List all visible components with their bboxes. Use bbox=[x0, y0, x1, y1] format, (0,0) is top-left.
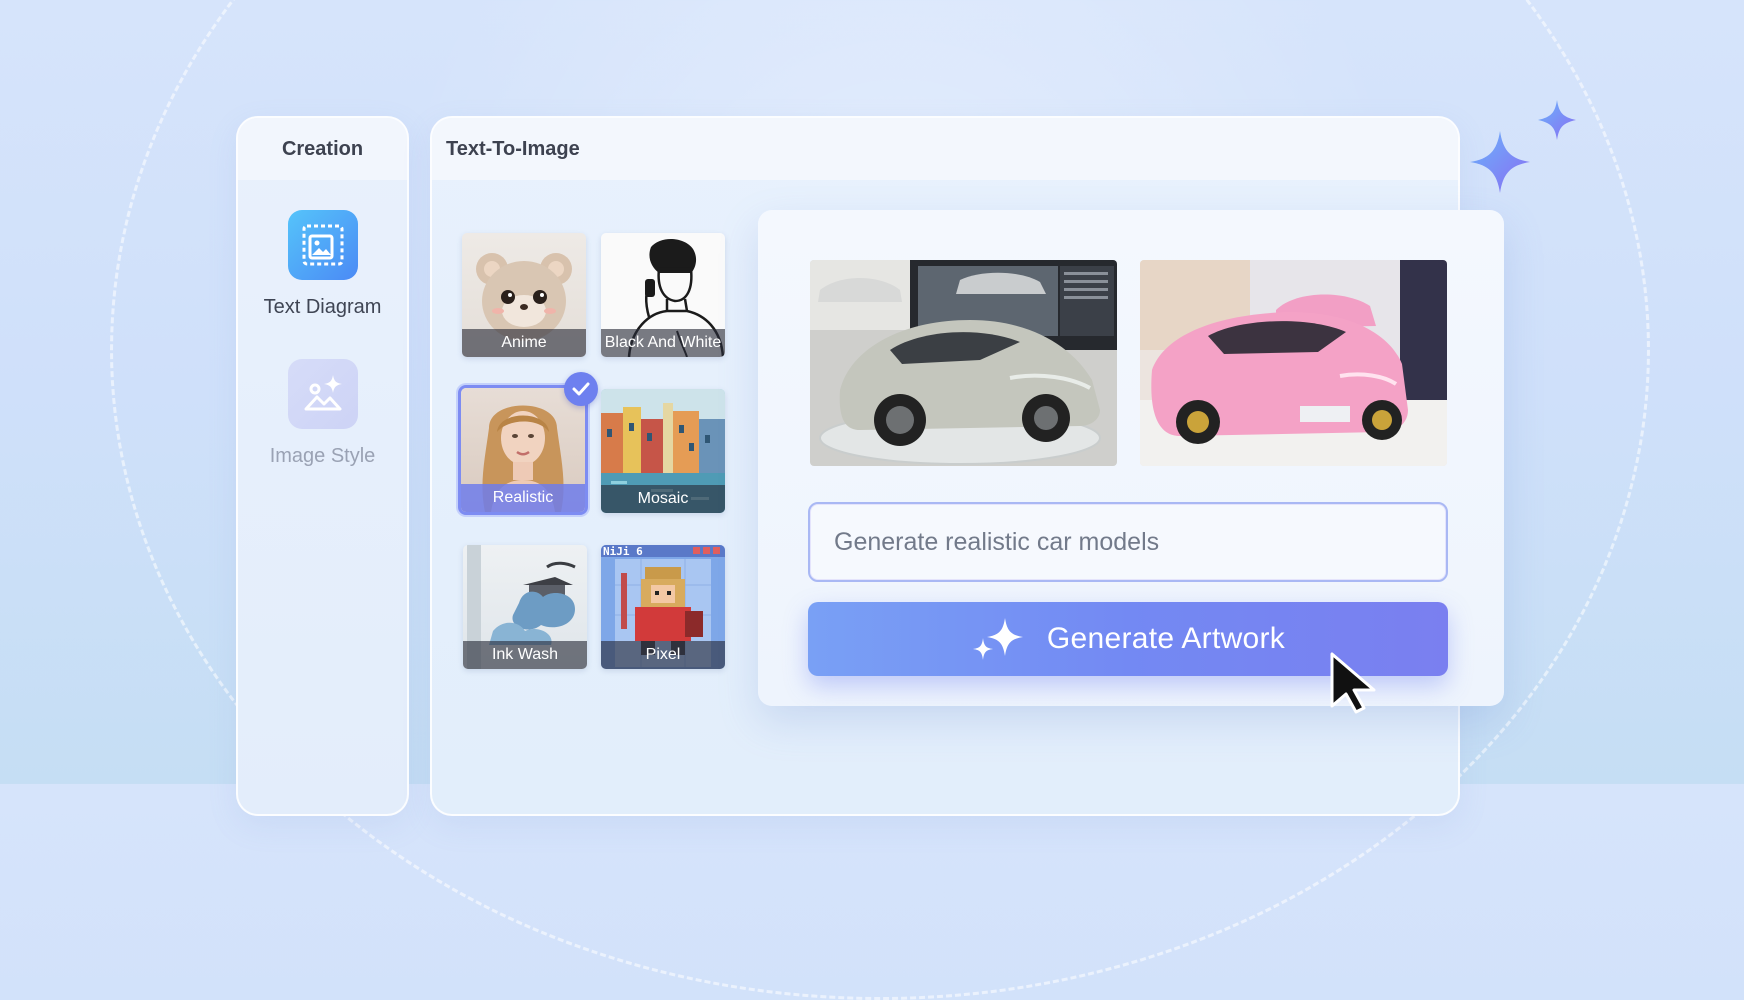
image-frame-icon bbox=[287, 210, 358, 280]
generate-artwork-label: Generate Artwork bbox=[1046, 622, 1286, 655]
pink-car-image[interactable] bbox=[1140, 260, 1447, 466]
sidebar-item-image-style[interactable]: Image Style bbox=[238, 359, 407, 468]
style-card-ink-wash[interactable]: Ink Wash bbox=[463, 545, 587, 669]
sidebar-title: Creation bbox=[238, 118, 407, 180]
sidebar-item-label: Image Style bbox=[269, 445, 376, 467]
style-card-realistic[interactable]: Realistic bbox=[458, 385, 588, 515]
pixel-badge: NiJi 6 bbox=[603, 545, 643, 558]
sidebar-item-text-diagram[interactable]: Text Diagram bbox=[238, 210, 407, 319]
image-sparkle-icon bbox=[287, 359, 358, 429]
style-label: Mosaic bbox=[601, 485, 725, 513]
sparkle-icon bbox=[972, 618, 1023, 660]
generation-panel: Generate realistic car models Generate A… bbox=[758, 210, 1504, 706]
mouse-cursor-icon bbox=[1330, 652, 1376, 714]
style-card-black-and-white[interactable]: Black And White bbox=[601, 233, 725, 357]
style-label: Black And White bbox=[601, 329, 725, 357]
sparkle-decoration-icon bbox=[1470, 100, 1576, 193]
prompt-input[interactable]: Generate realistic car models bbox=[808, 502, 1448, 582]
selected-check-icon bbox=[564, 372, 598, 406]
style-label: Realistic bbox=[461, 484, 585, 512]
style-label: Ink Wash bbox=[463, 641, 587, 669]
creation-sidebar: Creation Text Diagram Image Style bbox=[236, 116, 409, 816]
style-card-pixel[interactable]: NiJi 6 Pixel bbox=[601, 545, 725, 669]
style-card-anime[interactable]: Anime bbox=[462, 233, 586, 357]
style-label: Pixel bbox=[601, 641, 725, 669]
silver-car-image[interactable] bbox=[810, 260, 1117, 466]
panel-title: Text-To-Image bbox=[432, 118, 1458, 180]
style-card-mosaic[interactable]: Mosaic bbox=[601, 389, 725, 513]
style-label: Anime bbox=[462, 329, 586, 357]
sidebar-item-label: Text Diagram bbox=[263, 296, 382, 318]
